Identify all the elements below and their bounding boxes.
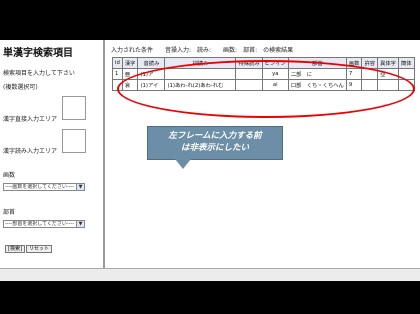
col-header: 漢字 xyxy=(121,57,139,69)
chevron-down-icon: ▼ xyxy=(76,221,84,227)
instruction-text: 検索項目を入力して下さい xyxy=(3,70,75,77)
callout-tail xyxy=(175,159,191,169)
annotation-callout: 左フレームに入力する前 は非表示にしたい xyxy=(147,126,283,160)
reading-input-area[interactable] xyxy=(62,129,86,153)
highlight-ellipse xyxy=(117,60,415,118)
search-panel-title: 単漢字検索項目 xyxy=(3,48,73,59)
chevron-down-icon: ▼ xyxy=(76,184,84,190)
left-frame: 単漢字検索項目 検索項目を入力して下さい (複数選択可) 漢字直接入力エリア 漢… xyxy=(0,40,105,280)
col-header: 異体字 xyxy=(377,57,399,69)
kanji-input-label: 漢字直接入力エリア xyxy=(3,116,58,123)
callout-line-2: は非表示にしたい xyxy=(180,143,249,153)
search-button[interactable]: [検索] xyxy=(5,245,25,253)
strokes-select[interactable]: ----画数を選択してください---- ▼ xyxy=(3,183,85,191)
strokes-label: 画数 xyxy=(3,172,16,179)
cell-id: 1 xyxy=(112,68,123,80)
col-header: 簡体 xyxy=(397,57,415,69)
instruction-subtext: (複数選択可) xyxy=(3,84,38,91)
screen: 単漢字検索項目 検索項目を入力して下さい (複数選択可) 漢字直接入力エリア 漢… xyxy=(0,0,420,314)
search-conditions: 入力された条件 音操入力: 読み: 画数: 部首: の検索結果 xyxy=(111,47,294,54)
reset-button[interactable]: リセット xyxy=(26,245,53,253)
radical-select[interactable]: ----部首を選択してください---- ▼ xyxy=(3,220,85,228)
kanji-input-area[interactable] xyxy=(62,96,86,120)
strokes-select-value: ----画数を選択してください---- xyxy=(5,184,75,190)
col-header: id xyxy=(112,57,123,69)
status-bar xyxy=(0,268,420,281)
col-header: 音読み xyxy=(137,57,166,69)
right-frame: 入力された条件 音操入力: 読み: 画数: 部首: の検索結果 id 漢字 音読… xyxy=(105,40,420,280)
callout-line-1: 左フレームに入力する前 xyxy=(168,131,262,141)
radical-label: 部首 xyxy=(3,209,16,216)
reading-input-label: 漢字読み入力エリア xyxy=(3,148,58,155)
radical-select-value: ----部首を選択してください---- xyxy=(5,221,75,227)
